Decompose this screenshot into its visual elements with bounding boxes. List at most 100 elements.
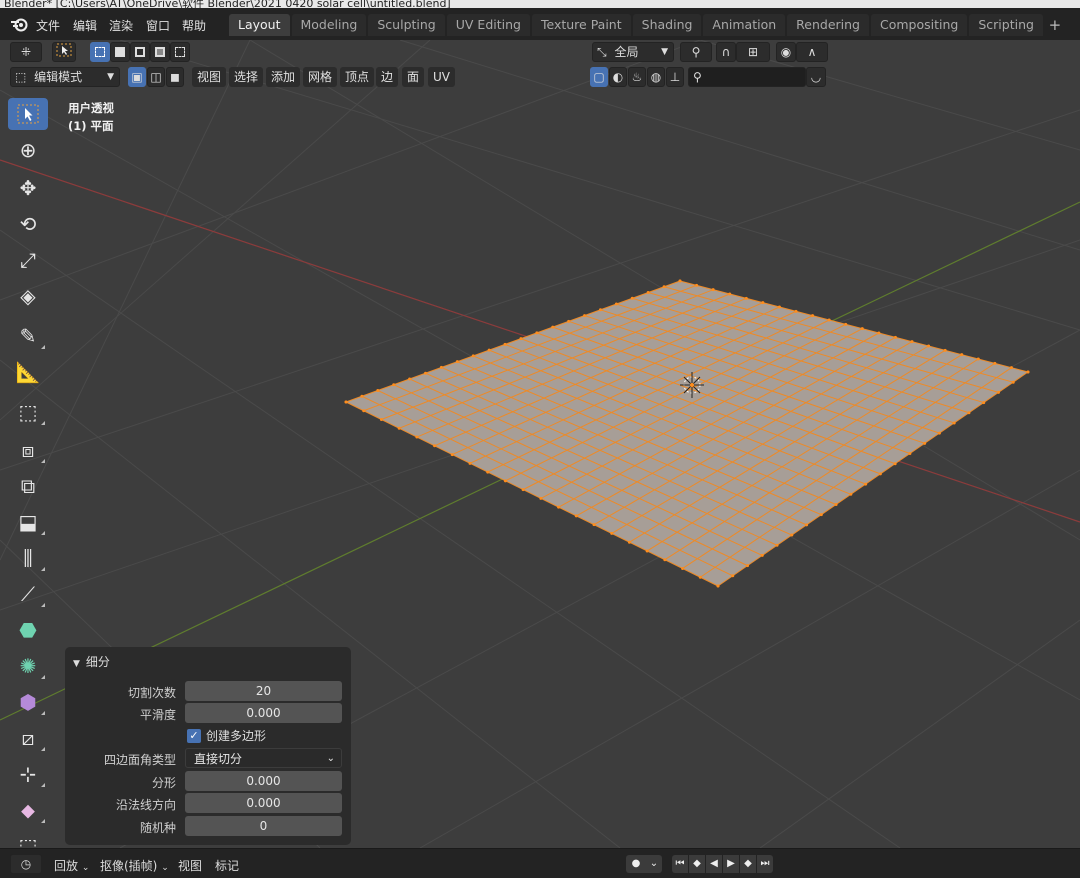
next-keyframe-button[interactable]: ◆ — [740, 855, 756, 873]
tool-rotate[interactable]: ⟲ — [8, 208, 48, 240]
tool-edge-slide[interactable]: ⧄ — [8, 722, 48, 754]
create-ngons-checkbox[interactable]: ✓ 创建多边形 — [187, 727, 266, 744]
jump-end-button[interactable]: ⏭ — [757, 855, 773, 873]
add-workspace-button[interactable]: + — [1045, 14, 1065, 36]
tool-bevel[interactable]: ⬓ — [8, 506, 48, 538]
jump-end-icon: ⏭ — [760, 858, 770, 869]
tool-rip[interactable]: ⬚ — [8, 830, 48, 848]
cuts-field[interactable]: 20 — [185, 681, 342, 701]
menu-view[interactable]: 视图 — [192, 67, 227, 87]
operator-panel-header[interactable]: ▼ 细分 — [73, 653, 110, 670]
tool-add-cube[interactable]: ⬚ — [8, 396, 48, 428]
tab-rendering[interactable]: Rendering — [787, 14, 869, 36]
play-button[interactable]: ▶ — [723, 855, 739, 873]
tab-scripting[interactable]: Scripting — [969, 14, 1043, 36]
select-subtract-button[interactable] — [130, 42, 150, 62]
blender-logo-icon[interactable] — [10, 16, 28, 32]
tab-modeling[interactable]: Modeling — [291, 14, 367, 36]
3d-viewport[interactable]: ⁜ ⤡ 全局 ▼ ⚲ ∩ ⊞ ◉ ∧ ⬚ 编辑模式 ▼ ▣ ◫ ◼ 视图 选择 … — [0, 40, 1080, 848]
tool-inset[interactable]: ⧉ — [8, 470, 48, 502]
face-select-mode-button[interactable]: ◼ — [166, 67, 184, 87]
tab-layout[interactable]: Layout — [229, 14, 290, 36]
play-reverse-button[interactable]: ◀ — [706, 855, 722, 873]
marker-menu[interactable]: 标记 — [215, 857, 239, 874]
object-type-visibility-button[interactable]: ⁜ — [10, 42, 42, 62]
overlay-button[interactable]: ⊥ — [666, 67, 684, 87]
transform-orientation-dropdown[interactable]: ⤡ 全局 ▼ — [592, 42, 674, 62]
keying-set-dropdown[interactable]: ⌄ — [646, 855, 662, 873]
operator-title: 细分 — [85, 655, 110, 669]
snap-toggle-button[interactable]: ∩ — [716, 42, 736, 62]
checkmark-icon: ✓ — [187, 728, 201, 743]
menu-help[interactable]: 帮助 — [182, 17, 206, 34]
timeline-view-menu[interactable]: 视图 — [178, 857, 202, 874]
random-seed-field[interactable]: 0 — [185, 816, 342, 836]
edge-select-mode-button[interactable]: ◫ — [147, 67, 165, 87]
tool-annotate[interactable]: ✎ — [8, 320, 48, 352]
record-button[interactable]: ● — [626, 855, 646, 873]
tool-scale[interactable]: ⤢ — [8, 244, 48, 276]
tool-knife[interactable]: ⟋ — [8, 578, 48, 610]
tool-smooth[interactable]: ⬢ — [8, 686, 48, 718]
quad-corner-dropdown[interactable]: 直接切分 ⌄ — [185, 748, 342, 768]
falloff-dropdown[interactable]: ∧ — [796, 42, 828, 62]
tool-transform[interactable]: ◈ — [8, 280, 48, 312]
menu-face[interactable]: 面 — [402, 67, 425, 87]
tool-poly-build[interactable]: ⬣ — [8, 614, 48, 646]
proportional-edit-button[interactable]: ◉ — [776, 42, 796, 62]
tab-compositing[interactable]: Compositing — [871, 14, 968, 36]
tool-shear[interactable]: ⬥ — [8, 794, 48, 826]
tool-measure[interactable]: 📐 — [8, 356, 48, 388]
keying-menu[interactable]: 抠像(插帧) ⌄ — [100, 857, 169, 874]
window-title: Blender* [C:\Users\AT\OneDrive\软件 Blende… — [4, 0, 451, 8]
tool-move[interactable]: ✥ — [8, 172, 48, 204]
editor-type-dropdown[interactable]: ◷ — [10, 854, 42, 874]
keying-label: 抠像(插帧) — [100, 859, 158, 873]
pivot-point-dropdown[interactable]: ⚲ — [680, 42, 712, 62]
search-options-button[interactable]: ◡ — [806, 67, 826, 87]
menu-vertex[interactable]: 顶点 — [340, 67, 375, 87]
vertex-select-mode-button[interactable]: ▣ — [128, 67, 146, 87]
rip-icon: ⬚ — [18, 834, 38, 848]
menu-uv[interactable]: UV — [428, 67, 455, 87]
tool-extrude[interactable]: ⧈ — [8, 434, 48, 466]
tab-sculpting[interactable]: Sculpting — [368, 14, 445, 36]
menu-file[interactable]: 文件 — [36, 17, 60, 34]
xray-toggle-button[interactable]: ▢ — [590, 67, 608, 87]
menu-render[interactable]: 渲染 — [109, 17, 133, 34]
fractal-field[interactable]: 0.000 — [185, 771, 342, 791]
gizmo-icon: ⁜ — [20, 45, 32, 59]
viewport-search-input[interactable]: ⚲ — [688, 67, 806, 87]
tab-texture-paint[interactable]: Texture Paint — [531, 14, 631, 36]
jump-start-button[interactable]: ⏮ — [672, 855, 688, 873]
menu-add[interactable]: 添加 — [266, 67, 301, 87]
snap-target-dropdown[interactable]: ⊞ — [736, 42, 770, 62]
menu-edge[interactable]: 边 — [376, 67, 399, 87]
menu-window[interactable]: 窗口 — [146, 17, 170, 34]
mode-dropdown[interactable]: ⬚ 编辑模式 ▼ — [10, 67, 120, 87]
select-invert-button[interactable] — [150, 42, 170, 62]
select-box-mode-button[interactable] — [52, 42, 76, 62]
select-intersect-button[interactable] — [170, 42, 190, 62]
along-normal-field[interactable]: 0.000 — [185, 793, 342, 813]
select-new-button[interactable] — [90, 42, 110, 62]
playback-menu[interactable]: 回放 ⌄ — [54, 857, 89, 874]
tool-select-box[interactable] — [8, 98, 48, 130]
menu-edit[interactable]: 编辑 — [73, 17, 97, 34]
tab-animation[interactable]: Animation — [703, 14, 786, 36]
menu-select[interactable]: 选择 — [229, 67, 264, 87]
tool-cursor[interactable]: ⊕ — [8, 134, 48, 166]
mesh-plane[interactable] — [346, 281, 1028, 586]
shading-render-button[interactable]: ◍ — [647, 67, 665, 87]
shading-solid-button[interactable]: ◐ — [609, 67, 627, 87]
menu-mesh[interactable]: 网格 — [303, 67, 338, 87]
tab-shading[interactable]: Shading — [632, 14, 702, 36]
tool-spin[interactable]: ✺ — [8, 650, 48, 682]
smoothness-field[interactable]: 0.000 — [185, 703, 342, 723]
shading-material-button[interactable]: ♨ — [628, 67, 646, 87]
tool-loop-cut[interactable]: ⫼ — [8, 542, 48, 574]
select-extend-button[interactable] — [110, 42, 130, 62]
tool-shrink-fatten[interactable]: ⊹ — [8, 758, 48, 790]
tab-uv-editing[interactable]: UV Editing — [446, 14, 530, 36]
prev-keyframe-button[interactable]: ◆ — [689, 855, 705, 873]
